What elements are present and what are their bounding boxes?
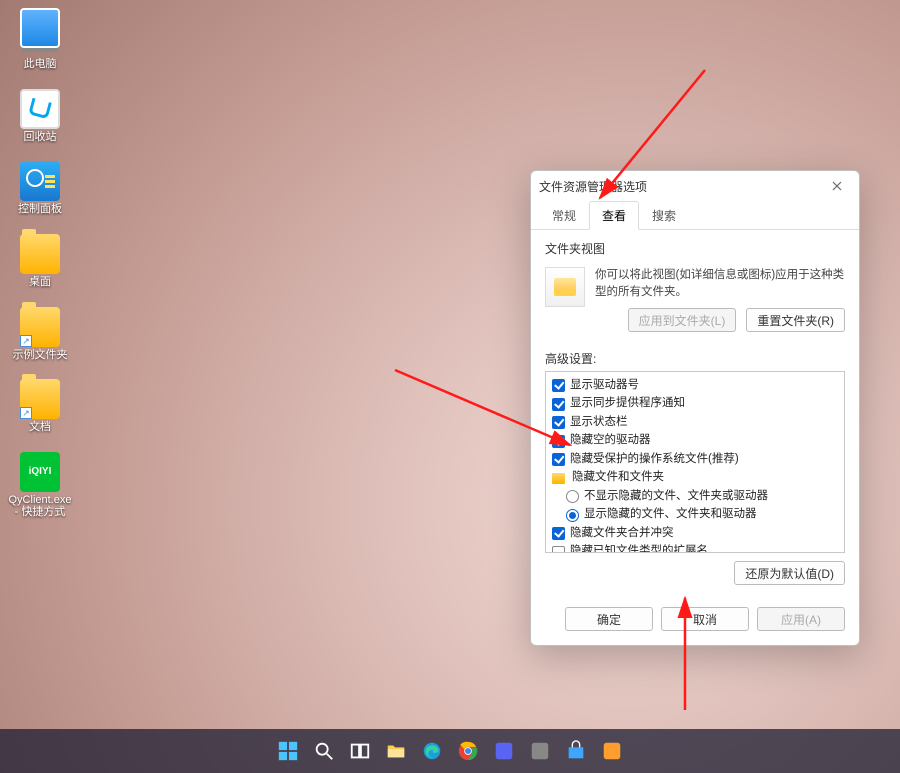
checkbox-hide-known-ext[interactable]: [552, 546, 565, 554]
taskbar: [0, 729, 900, 773]
option-label: 显示状态栏: [570, 415, 628, 431]
advanced-settings-label: 高级设置:: [545, 350, 845, 367]
chrome-icon[interactable]: [455, 738, 481, 764]
icon-label: 示例文件夹: [13, 349, 68, 362]
folder-options-dialog: 文件资源管理器选项 常规 查看 搜索 文件夹视图 你可以将此视图(如详细信息或图…: [530, 170, 860, 646]
task-view-icon[interactable]: [347, 738, 373, 764]
option-label: 隐藏已知文件类型的扩展名: [570, 544, 708, 553]
desktop-icon-recycle-bin[interactable]: 回收站: [8, 89, 72, 144]
option-label: 显示隐藏的文件、文件夹和驱动器: [584, 507, 757, 523]
checkbox-drive-letter[interactable]: [552, 379, 565, 392]
option-label: 隐藏受保护的操作系统文件(推荐): [570, 452, 739, 468]
checkbox-hide-empty-drives[interactable]: [552, 435, 565, 448]
radio-dont-show-hidden[interactable]: [566, 490, 579, 503]
folder-icon: ↗: [20, 379, 60, 419]
checkbox-statusbar[interactable]: [552, 416, 565, 429]
shortcut-badge-icon: ↗: [20, 335, 32, 347]
tab-general[interactable]: 常规: [539, 201, 589, 230]
desktop-icon-folder-sample[interactable]: ↗ 示例文件夹: [8, 307, 72, 362]
tab-view[interactable]: 查看: [589, 201, 639, 230]
folder-views-label: 文件夹视图: [545, 240, 845, 257]
search-icon[interactable]: [311, 738, 337, 764]
store-icon[interactable]: [563, 738, 589, 764]
folder-icon: [552, 473, 565, 484]
apply-to-folders-button[interactable]: 应用到文件夹(L): [628, 308, 737, 332]
tab-search[interactable]: 搜索: [639, 201, 689, 230]
app-icon-2[interactable]: [527, 738, 553, 764]
icon-label: 回收站: [24, 131, 57, 144]
icon-label: 控制面板: [18, 203, 62, 216]
folder-icon: ↗: [20, 307, 60, 347]
dialog-titlebar[interactable]: 文件资源管理器选项: [531, 171, 859, 201]
desktop-icon-folder-documents[interactable]: ↗ 文档: [8, 379, 72, 434]
apply-button[interactable]: 应用(A): [757, 607, 845, 631]
option-label: 隐藏文件夹合并冲突: [570, 526, 674, 542]
advanced-settings-list[interactable]: 显示驱动器号 显示同步提供程序通知 显示状态栏 隐藏空的驱动器 隐藏受保护的操作…: [545, 371, 845, 553]
desktop-icon-iqiyi[interactable]: iQIYI QyClient.exe - 快捷方式: [8, 452, 72, 519]
folder-views-desc: 你可以将此视图(如详细信息或图标)应用于这种类型的所有文件夹。: [595, 267, 845, 300]
iqiyi-icon: iQIYI: [20, 452, 60, 492]
monitor-icon: [20, 8, 60, 48]
dialog-title: 文件资源管理器选项: [539, 178, 823, 195]
radio-show-hidden[interactable]: [566, 509, 579, 522]
reset-folders-button[interactable]: 重置文件夹(R): [746, 308, 845, 332]
restore-defaults-button[interactable]: 还原为默认值(D): [734, 561, 845, 585]
app-icon-1[interactable]: [491, 738, 517, 764]
edge-icon[interactable]: [419, 738, 445, 764]
dialog-panel-view: 文件夹视图 你可以将此视图(如详细信息或图标)应用于这种类型的所有文件夹。 应用…: [531, 230, 859, 597]
cancel-button[interactable]: 取消: [661, 607, 749, 631]
desktop-icon-this-pc[interactable]: 此电脑: [8, 8, 72, 71]
dialog-footer: 确定 取消 应用(A): [531, 597, 859, 645]
option-group-label: 隐藏文件和文件夹: [572, 470, 664, 486]
app-icon-3[interactable]: [599, 738, 625, 764]
checkbox-merge-conflict[interactable]: [552, 527, 565, 540]
option-label: 显示同步提供程序通知: [570, 396, 685, 412]
option-label: 不显示隐藏的文件、文件夹或驱动器: [584, 489, 768, 505]
shortcut-badge-icon: ↗: [20, 407, 32, 419]
icon-label: 文档: [29, 421, 51, 434]
icon-label: 桌面: [29, 276, 51, 289]
start-button[interactable]: [275, 738, 301, 764]
control-panel-icon: [20, 161, 60, 201]
close-icon[interactable]: [823, 175, 851, 197]
desktop-icons-column: 此电脑 回收站 控制面板 桌面 ↗ 示例文件夹 ↗ 文档 iQIYI QyCli…: [8, 8, 72, 519]
recycle-bin-icon: [20, 89, 60, 129]
ok-button[interactable]: 确定: [565, 607, 653, 631]
desktop-icon-folder-desktop[interactable]: 桌面: [8, 234, 72, 289]
folder-icon: [20, 234, 60, 274]
checkbox-hide-protected-os[interactable]: [552, 453, 565, 466]
dialog-tabs: 常规 查看 搜索: [531, 201, 859, 230]
folder-view-icon: [545, 267, 585, 307]
icon-label: QyClient.exe - 快捷方式: [8, 494, 72, 519]
option-label: 显示驱动器号: [570, 378, 639, 394]
option-label: 隐藏空的驱动器: [570, 433, 651, 449]
icon-label: 此电脑: [24, 58, 57, 71]
explorer-icon[interactable]: [383, 738, 409, 764]
checkbox-sync-notify[interactable]: [552, 398, 565, 411]
desktop-icon-control-panel[interactable]: 控制面板: [8, 161, 72, 216]
folder-views-box: 你可以将此视图(如详细信息或图标)应用于这种类型的所有文件夹。 应用到文件夹(L…: [545, 261, 845, 342]
